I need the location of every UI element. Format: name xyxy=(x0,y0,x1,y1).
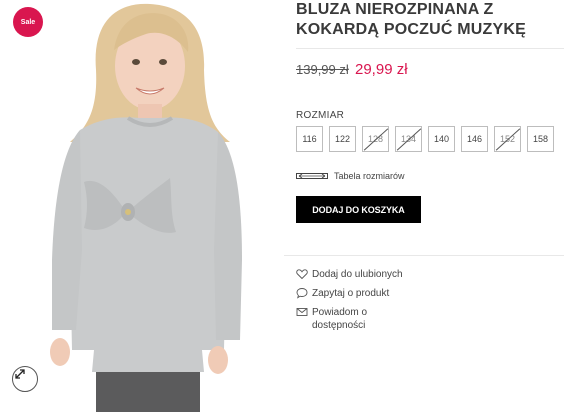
size-option-146[interactable]: 146 xyxy=(461,126,488,152)
expand-icon xyxy=(15,369,25,379)
add-to-wishlist-label: Dodaj do ulubionych xyxy=(312,269,403,280)
size-label: ROZMIAR xyxy=(296,110,345,121)
sale-badge: Sale xyxy=(13,7,43,37)
divider xyxy=(284,255,564,256)
ask-about-product-label: Zapytaj o produkt xyxy=(312,288,390,299)
notify-availability-link[interactable]: Powiadom o dostępności xyxy=(296,306,564,332)
size-table-link[interactable]: Tabela rozmiarów xyxy=(296,169,405,183)
sale-price: 29,99 zł xyxy=(355,61,408,78)
product-photo xyxy=(50,3,242,412)
notify-availability-label: Powiadom o dostępności xyxy=(312,307,368,331)
size-option-116[interactable]: 116 xyxy=(296,126,323,152)
ruler-icon xyxy=(296,173,328,179)
product-image[interactable]: Sale xyxy=(0,0,272,412)
envelope-icon xyxy=(296,308,308,316)
product-info: BLUZA NIEROZPINANA Z KOKARDĄ POCZUĆ MUZY… xyxy=(284,0,564,412)
chat-bubble-icon xyxy=(296,288,308,299)
size-option-128[interactable]: 128 xyxy=(362,126,389,152)
size-option-134[interactable]: 134 xyxy=(395,126,422,152)
divider xyxy=(296,48,564,49)
ask-about-product-link[interactable]: Zapytaj o produkt xyxy=(296,287,564,300)
size-selector: 116 122 128 134 140 146 152 158 xyxy=(296,126,554,152)
size-option-140[interactable]: 140 xyxy=(428,126,455,152)
size-table-label: Tabela rozmiarów xyxy=(334,171,405,181)
size-option-122[interactable]: 122 xyxy=(329,126,356,152)
old-price: 139,99 zł xyxy=(296,62,349,77)
size-option-158[interactable]: 158 xyxy=(527,126,554,152)
zoom-button[interactable] xyxy=(12,366,38,392)
heart-icon xyxy=(296,269,308,280)
add-to-wishlist-link[interactable]: Dodaj do ulubionych xyxy=(296,268,564,281)
add-to-cart-button[interactable]: DODAJ DO KOSZYKA xyxy=(296,196,421,223)
product-actions: Dodaj do ulubionych Zapytaj o produkt Po… xyxy=(296,268,564,338)
product-title: BLUZA NIEROZPINANA Z KOKARDĄ POCZUĆ MUZY… xyxy=(296,1,526,38)
size-option-152[interactable]: 152 xyxy=(494,126,521,152)
